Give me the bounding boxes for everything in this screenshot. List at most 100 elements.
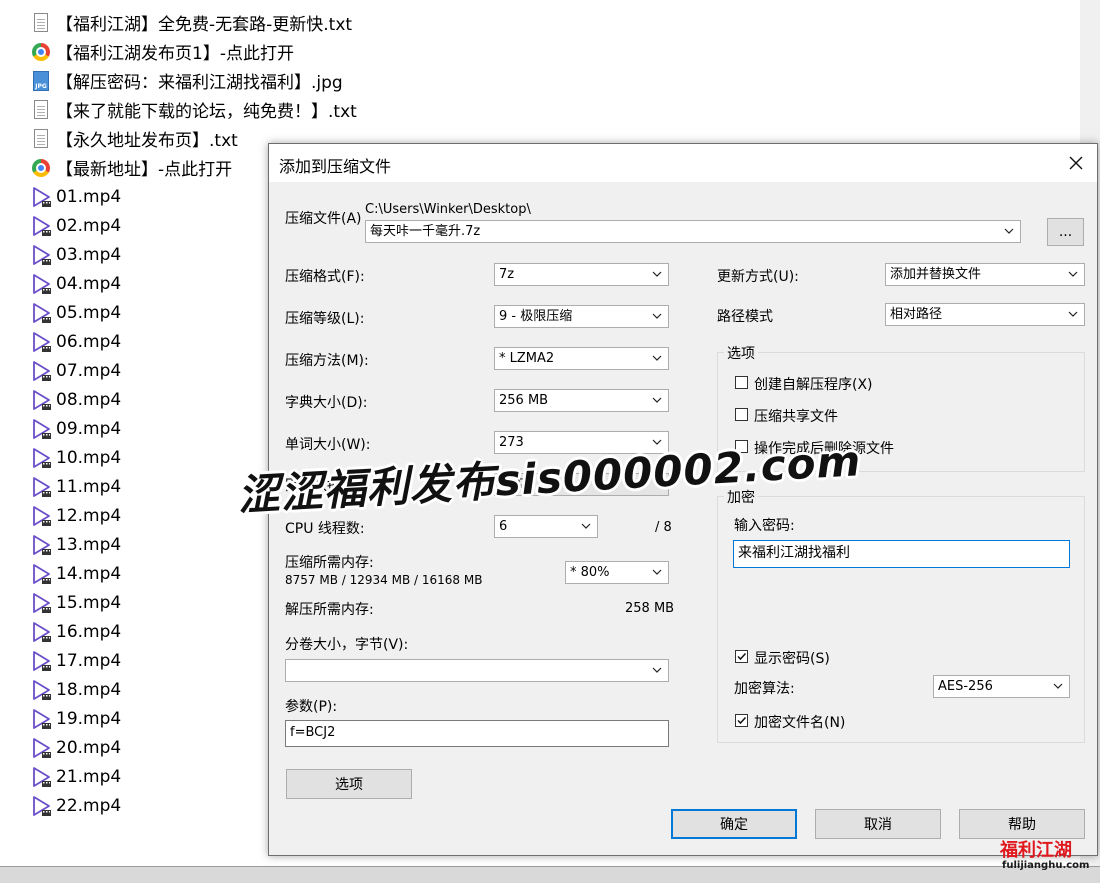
file-name: 11.mp4	[56, 476, 122, 497]
password-input[interactable]: 来福利江湖找福利	[733, 540, 1070, 568]
file-item[interactable]: 14.mp4	[30, 559, 121, 588]
jpg-file-icon: JPG	[30, 70, 52, 92]
dialog-title: 添加到压缩文件	[279, 157, 392, 176]
file-item[interactable]: 22.mp4	[30, 791, 121, 820]
video-file-icon	[30, 534, 52, 556]
file-item[interactable]: 【福利江湖】全免费-无套路-更新快.txt	[30, 8, 352, 37]
memory-usage-select[interactable]: * 80%	[565, 561, 669, 584]
archive-label: 压缩文件(A)	[285, 211, 362, 227]
video-file-icon	[30, 621, 52, 643]
ok-button[interactable]: 确定	[671, 809, 797, 839]
file-name: 02.mp4	[56, 215, 122, 236]
file-item[interactable]: 11.mp4	[30, 472, 121, 501]
file-name: 【福利江湖发布页1】-点此打开	[56, 44, 294, 64]
file-item[interactable]: 【福利江湖发布页1】-点此打开	[30, 37, 294, 66]
dictionary-label: 字典大小(D):	[285, 395, 368, 411]
file-item[interactable]: 17.mp4	[30, 646, 121, 675]
file-item[interactable]: 13.mp4	[30, 530, 121, 559]
dictionary-select[interactable]: 256 MB	[494, 389, 669, 412]
file-item[interactable]: 12.mp4	[30, 501, 121, 530]
format-value: 7z	[499, 267, 515, 282]
file-item[interactable]: 09.mp4	[30, 414, 121, 443]
options-checkbox[interactable]	[735, 376, 748, 389]
params-label: 参数(P):	[285, 699, 338, 715]
options-checkbox[interactable]	[735, 408, 748, 421]
video-file-icon	[30, 302, 52, 324]
file-name: 【解压密码：来福利江湖找福利】.jpg	[56, 73, 343, 93]
file-item[interactable]: 15.mp4	[30, 588, 121, 617]
dialog-titlebar[interactable]: 添加到压缩文件	[269, 144, 1097, 182]
file-item[interactable]: 21.mp4	[30, 762, 121, 791]
file-item[interactable]: 06.mp4	[30, 327, 121, 356]
format-select[interactable]: 7z	[494, 263, 669, 286]
file-item[interactable]: 18.mp4	[30, 675, 121, 704]
video-file-icon	[30, 795, 52, 817]
password-label: 输入密码:	[734, 518, 795, 534]
volume-label: 分卷大小，字节(V):	[285, 637, 409, 653]
file-item[interactable]: 05.mp4	[30, 298, 121, 327]
logo-sub-text: fulijianghu.com	[1002, 860, 1090, 871]
level-select[interactable]: 9 - 极限压缩	[494, 305, 669, 328]
options-checkbox-label[interactable]: 创建自解压程序(X)	[754, 374, 873, 394]
file-name: 22.mp4	[56, 795, 122, 816]
file-item[interactable]: 【永久地址发布页】.txt	[30, 124, 238, 153]
video-file-icon	[30, 418, 52, 440]
file-item[interactable]: 04.mp4	[30, 269, 121, 298]
file-item[interactable]: 【来了就能下载的论坛，纯免费！】.txt	[30, 95, 357, 124]
video-file-icon	[30, 244, 52, 266]
cancel-button[interactable]: 取消	[815, 809, 941, 839]
help-button[interactable]: 帮助	[959, 809, 1085, 839]
path-mode-select[interactable]: 相对路径	[885, 303, 1085, 326]
file-item[interactable]: 10.mp4	[30, 443, 121, 472]
chevron-down-icon	[1053, 683, 1063, 689]
file-item[interactable]: 02.mp4	[30, 211, 121, 240]
video-file-icon	[30, 476, 52, 498]
video-file-icon	[30, 273, 52, 295]
show-password-label[interactable]: 显示密码(S)	[754, 648, 830, 668]
file-name: 21.mp4	[56, 766, 122, 787]
video-file-icon	[30, 447, 52, 469]
file-item[interactable]: 16.mp4	[30, 617, 121, 646]
encrypt-names-label[interactable]: 加密文件名(N)	[754, 712, 845, 732]
site-logo: 福利江湖 fulijianghu.com	[1000, 836, 1094, 876]
text-file-icon	[30, 99, 52, 121]
file-item[interactable]: 19.mp4	[30, 704, 121, 733]
archive-filename-combo[interactable]: 每天咔一千毫升.7z	[365, 220, 1021, 243]
file-item[interactable]: 07.mp4	[30, 356, 121, 385]
file-item[interactable]: 【最新地址】-点此打开	[30, 153, 232, 182]
method-value: * LZMA2	[499, 351, 555, 366]
video-file-icon	[30, 737, 52, 759]
video-file-icon	[30, 592, 52, 614]
update-mode-select[interactable]: 添加并替换文件	[885, 263, 1085, 286]
video-file-icon	[30, 360, 52, 382]
browse-button[interactable]: ...	[1047, 218, 1084, 246]
algorithm-select[interactable]: AES-256	[933, 675, 1070, 698]
video-file-icon	[30, 766, 52, 788]
method-select[interactable]: * LZMA2	[494, 347, 669, 370]
file-item[interactable]: 01.mp4	[30, 182, 121, 211]
video-file-icon	[30, 650, 52, 672]
show-password-checkbox[interactable]	[735, 650, 748, 663]
options-checkbox-label[interactable]: 压缩共享文件	[754, 406, 838, 426]
file-name: 01.mp4	[56, 186, 122, 207]
volume-size-combo[interactable]	[285, 659, 669, 682]
update-mode-label: 更新方式(U):	[717, 269, 799, 285]
file-item[interactable]: JPG 【解压密码：来福利江湖找福利】.jpg	[30, 66, 343, 95]
file-name: 09.mp4	[56, 418, 122, 439]
file-item[interactable]: 08.mp4	[30, 385, 121, 414]
chevron-down-icon	[652, 667, 662, 673]
file-name: 04.mp4	[56, 273, 122, 294]
file-item[interactable]: 03.mp4	[30, 240, 121, 269]
taskbar-strip	[0, 866, 1100, 883]
video-file-icon	[30, 708, 52, 730]
threads-select[interactable]: 6	[494, 515, 598, 538]
file-name: 【福利江湖】全免费-无套路-更新快.txt	[56, 15, 353, 35]
chrome-icon	[30, 41, 52, 63]
params-input[interactable]: f=BCJ2	[285, 720, 669, 747]
options-button[interactable]: 选项	[286, 769, 412, 799]
file-item[interactable]: 20.mp4	[30, 733, 121, 762]
dictionary-value: 256 MB	[499, 393, 549, 408]
encrypt-names-checkbox[interactable]	[735, 714, 748, 727]
close-button[interactable]	[1055, 144, 1097, 182]
file-name: 08.mp4	[56, 389, 122, 410]
